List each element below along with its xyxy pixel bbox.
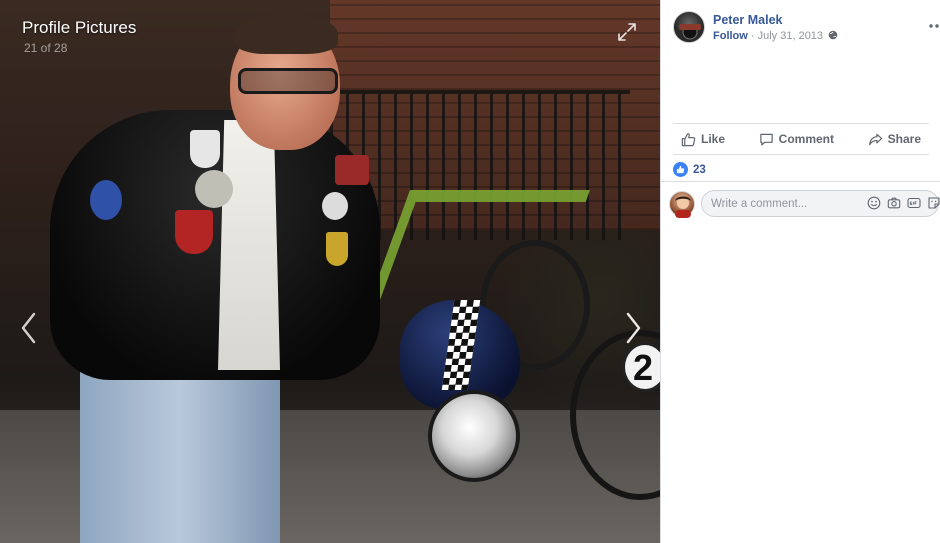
like-reaction-icon	[673, 162, 688, 177]
photo-patch	[195, 170, 233, 208]
photo-patch	[90, 180, 122, 220]
photo-glasses	[238, 68, 338, 94]
share-icon	[868, 133, 882, 145]
photo-patch	[335, 155, 369, 185]
photo-headlight	[428, 390, 520, 482]
meta-separator: ·	[747, 30, 758, 42]
divider	[661, 181, 940, 182]
gif-icon[interactable]	[907, 196, 921, 210]
more-icon	[929, 24, 939, 28]
comment-tools	[867, 196, 940, 210]
photo-patch	[322, 192, 348, 220]
photo-man-in-jacket	[40, 14, 380, 543]
share-label: Share	[887, 132, 921, 146]
photo-white-shirt	[218, 120, 280, 370]
post-sidebar: Peter Malek Follow · July 31, 2013 Like …	[660, 0, 940, 543]
camera-icon[interactable]	[887, 196, 901, 210]
thumbs-up-icon	[681, 132, 696, 146]
post-header: Peter Malek Follow · July 31, 2013	[673, 11, 939, 47]
photo-number-plate: 2	[622, 342, 660, 392]
more-options-button[interactable]	[927, 19, 940, 33]
author-avatar[interactable]	[673, 11, 705, 43]
current-user-avatar[interactable]	[669, 191, 695, 218]
like-label: Like	[701, 132, 726, 146]
reactions-summary[interactable]: 23	[673, 162, 706, 177]
follow-link[interactable]: Follow	[713, 30, 748, 42]
comment-composer	[669, 190, 940, 218]
author-name-link[interactable]: Peter Malek	[713, 13, 782, 27]
comment-button[interactable]: Comment	[751, 124, 842, 154]
profile-photo[interactable]: 2	[0, 0, 660, 543]
chevron-right-icon	[626, 312, 641, 344]
emoji-icon[interactable]	[867, 196, 881, 210]
comment-icon	[759, 133, 773, 146]
post-meta: Follow · July 31, 2013	[713, 30, 838, 42]
photo-patch	[190, 130, 220, 168]
photo-viewer: 2 Profile Pictures 21 of 28	[0, 0, 660, 543]
globe-icon	[828, 30, 838, 40]
photo-counter: 21 of 28	[24, 41, 68, 55]
post-date[interactable]: July 31, 2013	[758, 30, 823, 42]
next-photo-button[interactable]	[618, 308, 648, 348]
photo-hair	[234, 14, 338, 54]
chevron-left-icon	[21, 312, 36, 344]
sticker-icon[interactable]	[927, 196, 940, 210]
photo-patch	[175, 210, 213, 254]
comment-label: Comment	[778, 132, 834, 146]
album-title: Profile Pictures	[22, 18, 137, 37]
post-action-bar: Like Comment Share	[673, 123, 929, 155]
share-button[interactable]: Share	[860, 124, 929, 154]
expand-icon[interactable]	[617, 22, 637, 42]
reaction-count[interactable]: 23	[693, 164, 706, 176]
like-button[interactable]: Like	[673, 124, 733, 154]
photo-patch	[326, 232, 348, 266]
previous-photo-button[interactable]	[14, 308, 44, 348]
